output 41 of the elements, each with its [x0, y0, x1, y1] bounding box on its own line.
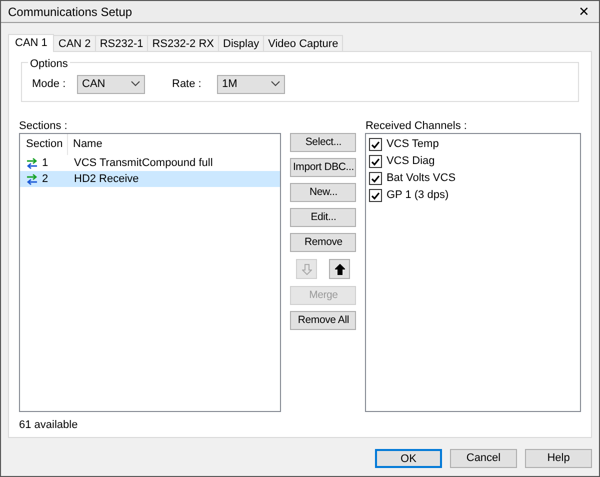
action-button[interactable]: Import DBC...	[290, 158, 356, 177]
group-title: Options	[28, 56, 70, 72]
swap-arrows-icon	[26, 174, 38, 184]
dialog-button[interactable]: Cancel	[450, 449, 517, 468]
column-header[interactable]: Name	[68, 136, 102, 153]
action-button[interactable]: Remove	[290, 233, 356, 252]
window-title: Communications Setup	[8, 4, 132, 20]
channel-label: VCS Temp	[386, 137, 439, 152]
action-button[interactable]: New...	[290, 183, 356, 202]
channel-label: VCS Diag	[386, 154, 435, 170]
tab[interactable]: CAN 1	[8, 34, 54, 52]
section-label: Sections :	[19, 119, 68, 133]
move-up-button[interactable]	[329, 259, 350, 279]
field-label: Mode :	[32, 76, 67, 92]
chevron-down-icon	[271, 81, 280, 87]
arrow-up-icon	[334, 264, 345, 274]
checkbox[interactable]	[369, 138, 382, 151]
dialog-button[interactable]: OK	[375, 449, 442, 468]
channel-label: Bat Volts VCS	[386, 171, 456, 186]
checkbox[interactable]	[369, 155, 382, 168]
status-text: 61 available	[19, 418, 79, 433]
close-button[interactable]: ✕	[569, 1, 599, 22]
dropdown[interactable]: 1M	[217, 74, 285, 94]
tab[interactable]: Display	[218, 35, 264, 51]
swap-arrows-icon	[26, 158, 38, 168]
action-button[interactable]: Remove All	[290, 311, 356, 330]
checkbox[interactable]	[369, 172, 382, 185]
section-label: Received Channels :	[365, 119, 468, 133]
chevron-down-icon	[131, 81, 140, 87]
arrow-down-icon	[302, 264, 312, 274]
channel-label: GP 1 (3 dps)	[386, 188, 449, 204]
action-button[interactable]: Edit...	[290, 208, 356, 227]
column-header[interactable]: Section	[20, 134, 68, 155]
field-label: Rate :	[172, 76, 202, 92]
list-row[interactable]: 1 VCS TransmitCompound full	[20, 155, 280, 171]
dialog-button[interactable]: Help	[525, 449, 592, 468]
dropdown[interactable]: CAN	[77, 74, 145, 94]
list-row[interactable]: 2 HD2 Receive	[20, 171, 280, 187]
action-button[interactable]: Select...	[290, 133, 356, 152]
tab[interactable]: Video Capture	[263, 35, 344, 51]
checkbox[interactable]	[369, 189, 382, 202]
